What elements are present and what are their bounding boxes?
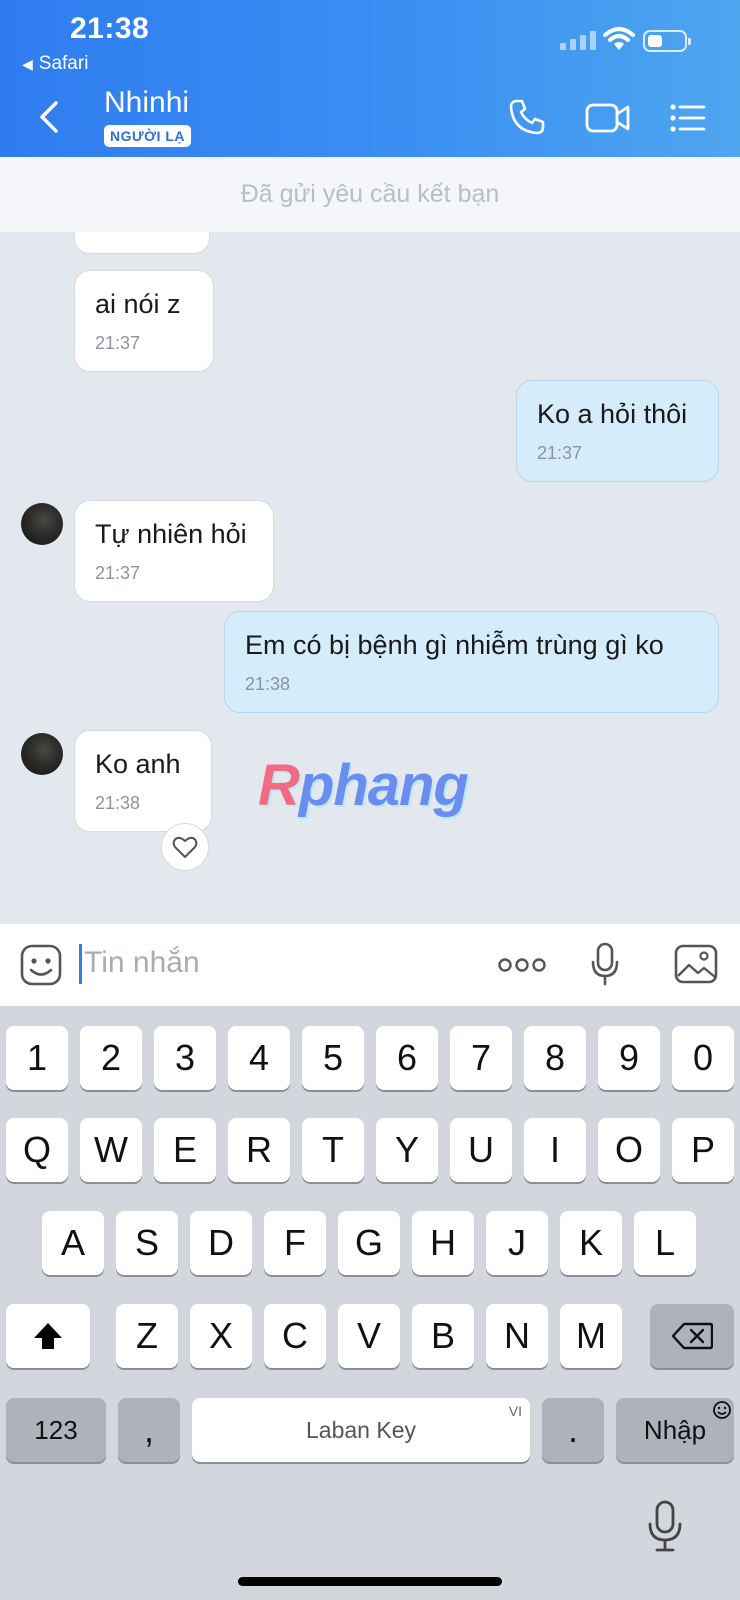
- message-time: 21:37: [95, 333, 141, 353]
- watermark-logo: Rphang: [258, 753, 469, 818]
- shift-key[interactable]: [6, 1304, 90, 1368]
- video-call-button[interactable]: [585, 102, 631, 134]
- key-4[interactable]: 4: [228, 1026, 290, 1090]
- backspace-icon: [671, 1322, 713, 1350]
- key-s[interactable]: S: [116, 1211, 178, 1275]
- key-v[interactable]: V: [338, 1304, 400, 1368]
- key-8[interactable]: 8: [524, 1026, 586, 1090]
- key-6[interactable]: 6: [376, 1026, 438, 1090]
- contact-avatar[interactable]: [21, 733, 63, 775]
- stranger-badge: NGƯỜI LẠ: [104, 125, 191, 147]
- key-r[interactable]: R: [228, 1118, 290, 1182]
- key-e[interactable]: E: [154, 1118, 216, 1182]
- home-indicator[interactable]: [238, 1577, 502, 1586]
- back-chevron-icon[interactable]: [36, 100, 62, 134]
- key-d[interactable]: D: [190, 1211, 252, 1275]
- back-to-app-link[interactable]: ◀ Safari: [22, 53, 88, 75]
- message-text: Ko a hỏi thôi: [537, 399, 688, 429]
- message-text: Em có bị bệnh gì nhiễm trùng gì ko: [245, 630, 664, 660]
- on-screen-keyboard: 1 2 3 4 5 6 7 8 9 0 Q W E R T Y U I O P …: [0, 1006, 740, 1600]
- battery-icon: [643, 30, 691, 52]
- backspace-key[interactable]: [650, 1304, 734, 1368]
- contact-name[interactable]: Nhinhi: [104, 86, 189, 120]
- key-n[interactable]: N: [486, 1304, 548, 1368]
- key-l[interactable]: L: [634, 1211, 696, 1275]
- key-7[interactable]: 7: [450, 1026, 512, 1090]
- key-o[interactable]: O: [598, 1118, 660, 1182]
- more-dots-icon[interactable]: [498, 957, 546, 973]
- text-caret: [79, 944, 82, 984]
- key-g[interactable]: G: [338, 1211, 400, 1275]
- emoji-icon[interactable]: [20, 944, 62, 986]
- key-h[interactable]: H: [412, 1211, 474, 1275]
- message-time: 21:38: [245, 674, 291, 694]
- key-0[interactable]: 0: [672, 1026, 734, 1090]
- key-y[interactable]: Y: [376, 1118, 438, 1182]
- status-time: 21:38: [70, 12, 150, 45]
- message-text: Ko anh: [95, 749, 181, 779]
- key-3[interactable]: 3: [154, 1026, 216, 1090]
- phone-call-button[interactable]: [508, 98, 546, 136]
- enter-key-label: Nhập: [643, 1414, 707, 1445]
- key-b[interactable]: B: [412, 1304, 474, 1368]
- period-key[interactable]: .: [542, 1398, 604, 1462]
- key-w[interactable]: W: [80, 1118, 142, 1182]
- message-time: 21:37: [537, 443, 583, 463]
- key-1[interactable]: 1: [6, 1026, 68, 1090]
- space-key-label: Laban Key: [306, 1416, 416, 1443]
- message-bubble-outgoing[interactable]: Ko a hỏi thôi 21:37: [516, 380, 719, 482]
- message-bubble-incoming[interactable]: ai nói z 21:37: [74, 270, 214, 372]
- chat-header: 21:38 ◀ Safari Nhinhi NGƯỜI LẠ: [0, 0, 740, 157]
- message-bubble-incoming[interactable]: Tự nhiên hỏi 21:37: [74, 500, 274, 602]
- message-input-bar: Tin nhắn: [0, 924, 740, 1006]
- message-time: 21:37: [95, 563, 141, 583]
- friend-request-text: Đã gửi yêu cầu kết bạn: [240, 180, 500, 208]
- space-key[interactable]: Laban Key VI: [192, 1398, 530, 1462]
- menu-list-button[interactable]: [670, 104, 706, 132]
- emoji-smiley-icon: [713, 1401, 731, 1419]
- message-bubble-outgoing[interactable]: Em có bị bệnh gì nhiễm trùng gì ko 21:38: [224, 611, 719, 713]
- comma-key[interactable]: ,: [118, 1398, 180, 1462]
- heart-icon: [172, 836, 198, 858]
- key-i[interactable]: I: [524, 1118, 586, 1182]
- key-x[interactable]: X: [190, 1304, 252, 1368]
- key-k[interactable]: K: [560, 1211, 622, 1275]
- chat-messages[interactable]: ai nói z 21:37 Ko a hỏi thôi 21:37 Tự nh…: [0, 232, 740, 924]
- keyboard-language-label: VI: [508, 1403, 522, 1419]
- key-a[interactable]: A: [42, 1211, 104, 1275]
- message-bubble-incoming[interactable]: Ko anh 21:38: [74, 730, 212, 832]
- key-z[interactable]: Z: [116, 1304, 178, 1368]
- image-icon[interactable]: [674, 944, 718, 984]
- back-app-label: Safari: [38, 53, 89, 74]
- key-c[interactable]: C: [264, 1304, 326, 1368]
- key-u[interactable]: U: [450, 1118, 512, 1182]
- key-f[interactable]: F: [264, 1211, 326, 1275]
- key-p[interactable]: P: [672, 1118, 734, 1182]
- microphone-icon[interactable]: [590, 942, 620, 986]
- key-9[interactable]: 9: [598, 1026, 660, 1090]
- shift-arrow-icon: [34, 1323, 62, 1349]
- contact-avatar[interactable]: [21, 503, 63, 545]
- react-heart-button[interactable]: [161, 823, 209, 871]
- message-bubble-partial[interactable]: [74, 232, 210, 254]
- message-input[interactable]: Tin nhắn: [84, 946, 200, 980]
- wifi-icon: [603, 27, 635, 50]
- enter-key[interactable]: Nhập: [616, 1398, 734, 1462]
- friend-request-banner: Đã gửi yêu cầu kết bạn: [0, 157, 740, 232]
- key-m[interactable]: M: [560, 1304, 622, 1368]
- dictation-microphone-icon[interactable]: [645, 1500, 685, 1554]
- numbers-toggle-key[interactable]: 123: [6, 1398, 106, 1462]
- message-time: 21:38: [95, 793, 141, 813]
- back-triangle-icon: ◀: [22, 55, 33, 72]
- key-q[interactable]: Q: [6, 1118, 68, 1182]
- message-text: Tự nhiên hỏi: [95, 519, 247, 549]
- key-t[interactable]: T: [302, 1118, 364, 1182]
- cellular-signal-icon: [560, 31, 596, 50]
- key-2[interactable]: 2: [80, 1026, 142, 1090]
- message-text: ai nói z: [95, 289, 181, 319]
- key-5[interactable]: 5: [302, 1026, 364, 1090]
- key-j[interactable]: J: [486, 1211, 548, 1275]
